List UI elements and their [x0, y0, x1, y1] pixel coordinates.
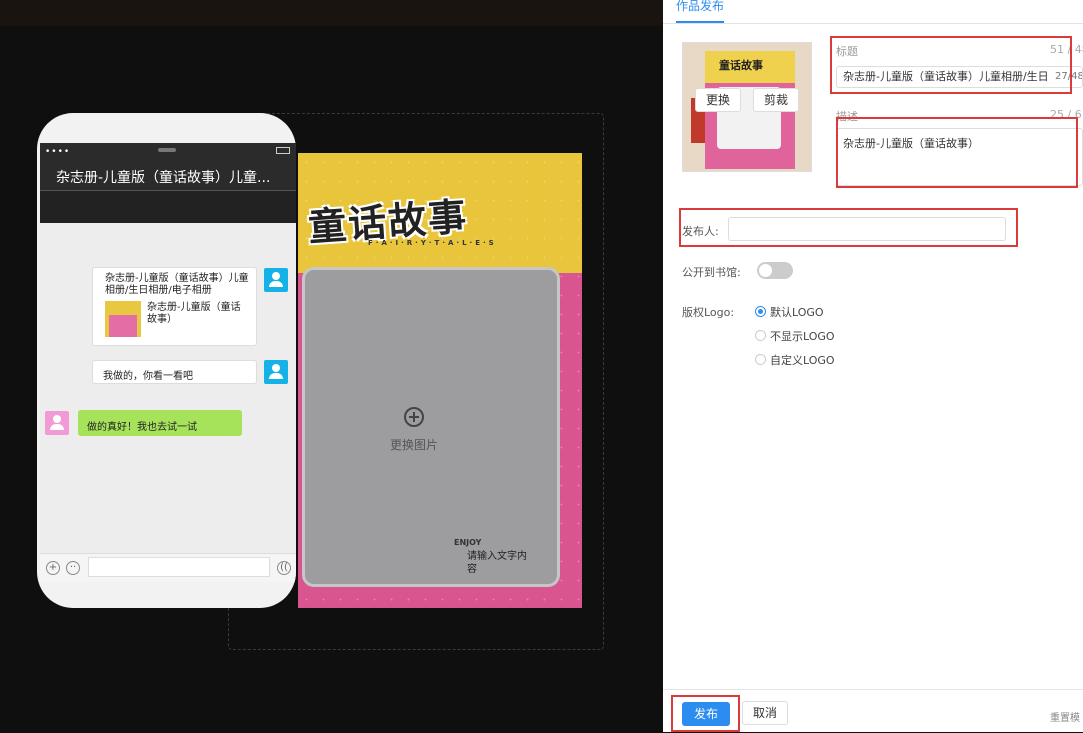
crop-cover-button[interactable]: 剪裁 [753, 88, 799, 112]
public-toggle[interactable] [757, 262, 793, 279]
chat-input-bar: + ·· (( [40, 553, 296, 582]
message-input[interactable] [88, 557, 270, 577]
change-cover-button[interactable]: 更换 [695, 88, 741, 112]
phone-preview: •••• 杂志册-儿童版（童话故事）儿童... 杂志册-儿童版（童话故事）儿童相… [37, 113, 296, 608]
logo-default-label[interactable]: 默认LOGO [770, 304, 824, 320]
my-message: 我做的，你看一看吧 [92, 360, 257, 384]
title-count: 51 / 48 [1050, 43, 1083, 56]
desc-label: 描述 [836, 110, 858, 123]
public-label: 公开到书馆: [682, 266, 741, 279]
desc-count: 25 / 6 [1050, 108, 1082, 121]
share-card-thumb [105, 301, 141, 337]
share-card-title: 杂志册-儿童版（童话故事）儿童相册/生日相册/电子相册 [105, 273, 249, 296]
friend-message: 做的真好！我也去试一试 [78, 410, 242, 436]
add-icon[interactable]: + [46, 561, 60, 575]
publisher-input[interactable] [728, 217, 1006, 241]
chat-title-bar: •••• 杂志册-儿童版（童话故事）儿童... [40, 143, 296, 191]
share-card[interactable]: 杂志册-儿童版（童话故事）儿童相册/生日相册/电子相册 杂志册-儿童版（童话故事… [92, 267, 257, 346]
logo-custom-radio[interactable] [755, 354, 766, 365]
desc-value: 杂志册-儿童版（童话故事） [843, 137, 979, 150]
poster-subtitle: F·A·I·R·Y·T·A·L·E·S [368, 239, 497, 247]
panel-footer: 发布 取消 重置模 [663, 689, 1083, 733]
logo-none-label[interactable]: 不显示LOGO [770, 328, 835, 344]
poster-text-placeholder[interactable]: 请输入文字内容 [467, 550, 533, 576]
chat-body: 杂志册-儿童版（童话故事）儿童相册/生日相册/电子相册 杂志册-儿童版（童话故事… [40, 223, 296, 553]
emoji-icon[interactable]: ·· [66, 561, 80, 575]
self-avatar-icon [264, 268, 288, 292]
publish-panel: 作品发布 童话故事 更换 剪裁 标题 51 / 48 杂志册-儿童版（童话故事）… [663, 0, 1083, 732]
share-card-desc: 杂志册-儿童版（童话故事） [147, 302, 241, 325]
friend-message-text: 做的真好！我也去试一试 [87, 422, 197, 433]
brush-tag: ENJOY [454, 538, 482, 547]
photo-slot[interactable] [302, 267, 560, 587]
logo-label: 版权Logo: [682, 306, 735, 319]
logo-none-radio[interactable] [755, 330, 766, 341]
title-label: 标题 [836, 45, 858, 58]
title-input[interactable]: 杂志册-儿童版（童话故事）儿童相册/生日 27/48 [836, 66, 1083, 88]
friend-avatar-icon [45, 411, 69, 435]
editor-top-bar [0, 0, 663, 26]
cancel-button[interactable]: 取消 [742, 701, 788, 725]
battery-icon [276, 147, 290, 154]
cover-title: 童话故事 [719, 59, 763, 72]
my-message-text: 我做的，你看一看吧 [103, 371, 193, 382]
reset-link[interactable]: 重置模 [1050, 709, 1080, 724]
publisher-label: 发布人: [682, 225, 719, 238]
desc-textarea[interactable]: 杂志册-儿童版（童话故事） [836, 128, 1083, 186]
title-input-value: 杂志册-儿童版（童话故事）儿童相册/生日 [843, 70, 1049, 83]
chat-title: 杂志册-儿童版（童话故事）儿童... [56, 170, 271, 186]
phone-notch [158, 148, 176, 152]
logo-custom-label[interactable]: 自定义LOGO [770, 352, 835, 368]
voice-icon[interactable]: (( [277, 561, 291, 575]
change-photo-label[interactable]: 更换图片 [390, 436, 438, 453]
logo-default-radio[interactable] [755, 306, 766, 317]
title-input-overflow: 27/48 [1055, 71, 1083, 82]
signal-icon: •••• [45, 147, 71, 157]
publish-button[interactable]: 发布 [682, 702, 730, 726]
panel-tabs: 作品发布 [663, 0, 1083, 24]
add-photo-icon[interactable] [404, 407, 424, 427]
self-avatar-icon [264, 360, 288, 384]
tab-publish[interactable]: 作品发布 [676, 0, 725, 23]
